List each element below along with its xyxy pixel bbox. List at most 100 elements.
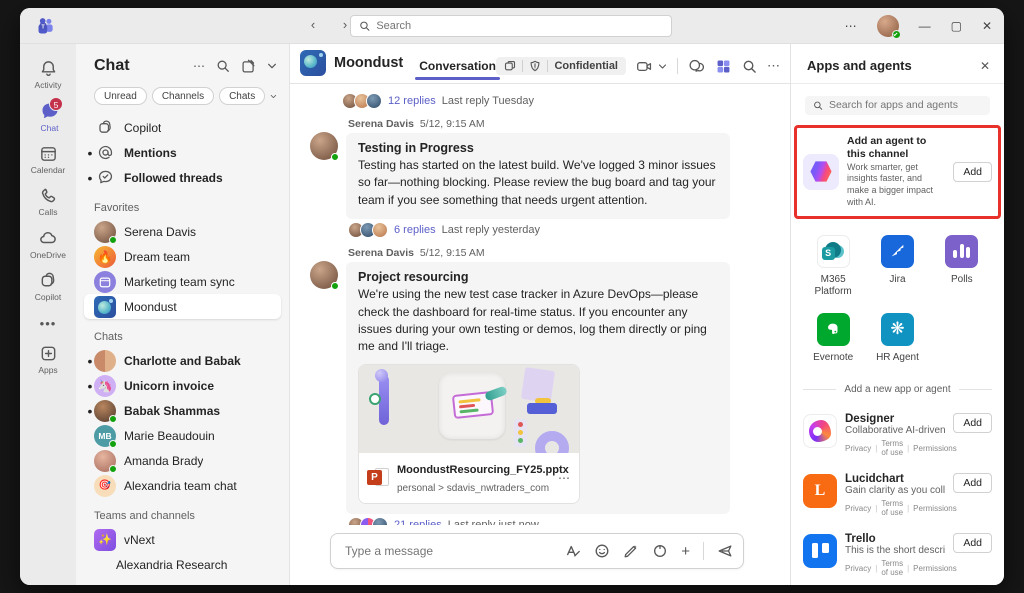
close-button[interactable]: ✕ <box>982 20 992 32</box>
sidebar-item-amanda-brady[interactable]: Amanda Brady <box>84 448 281 473</box>
chevron-down-icon <box>658 62 667 71</box>
sidebar-item-marie-beaudouin[interactable]: MB Marie Beaudouin <box>84 423 281 448</box>
add-trello-button[interactable]: Add <box>953 533 992 553</box>
store-app-designer[interactable]: Designer Collaborative AI-driven Image..… <box>803 405 992 465</box>
sidebar-item-label: Amanda Brady <box>124 454 203 468</box>
rail-item-chat[interactable]: 5 Chat <box>20 96 76 139</box>
channel-more-button[interactable]: ⋯ <box>767 58 780 74</box>
terms-link[interactable]: Terms of use <box>881 559 903 577</box>
open-chat-button[interactable] <box>688 58 705 75</box>
privacy-link[interactable]: Privacy <box>845 564 871 573</box>
sidebar-item-mentions[interactable]: • Mentions <box>84 140 281 165</box>
sidebar-item-followed-threads[interactable]: • Followed threads <box>84 165 281 190</box>
app-jira[interactable]: Jira <box>865 235 929 299</box>
terms-link[interactable]: Terms of use <box>881 499 903 517</box>
sidebar-item-label: Serena Davis <box>124 225 196 239</box>
sidebar-item-alexandria-research[interactable]: Alexandria Research <box>84 552 281 577</box>
sidebar-item-dream-team[interactable]: 🔥 Dream team <box>84 244 281 269</box>
file-card[interactable]: P MoondustResourcing_FY25.pptx personal … <box>359 453 579 503</box>
sidebar-item-copilot[interactable]: Copilot <box>84 115 281 140</box>
avatar[interactable] <box>310 132 338 160</box>
replies-link[interactable]: 12 replies <box>388 95 436 107</box>
sidebar-item-unicorn-invoice[interactable]: • 🦄 Unicorn invoice <box>84 373 281 398</box>
store-app-lucidchart[interactable]: L Lucidchart Gain clarity as you collabo… <box>803 465 992 525</box>
add-agent-card[interactable]: Add an agent to this channel Work smarte… <box>803 135 992 209</box>
global-search[interactable] <box>350 15 672 37</box>
file-attachment[interactable]: P MoondustResourcing_FY25.pptx personal … <box>358 364 580 504</box>
rewrite-sparkle-icon[interactable] <box>623 543 639 559</box>
attach-plus-icon[interactable]: + <box>681 544 690 559</box>
reply-chip[interactable]: 12 replies Last reply Tuesday <box>302 90 776 112</box>
apps-search-input[interactable] <box>829 99 982 111</box>
filter-channels[interactable]: Channels <box>152 87 214 105</box>
replies-link[interactable]: 6 replies <box>394 224 436 236</box>
rail-more-button[interactable]: ••• <box>40 308 57 339</box>
add-agent-button[interactable]: Add <box>953 162 992 182</box>
rail-item-activity[interactable]: Activity <box>20 54 76 96</box>
terms-link[interactable]: Terms of use <box>881 439 903 457</box>
filter-chats[interactable]: Chats <box>219 87 265 105</box>
message-list[interactable]: 12 replies Last reply Tuesday Serena Dav… <box>290 84 790 525</box>
sidebar-item-alexandria-team-chat[interactable]: 🎯 Alexandria team chat <box>84 473 281 498</box>
permissions-link[interactable]: Permissions <box>913 504 957 513</box>
app-hr-agent[interactable]: ❋ HR Agent <box>865 313 929 365</box>
permissions-link[interactable]: Permissions <box>913 564 957 573</box>
emoji-icon[interactable] <box>594 543 610 559</box>
apps-store-icon[interactable] <box>715 58 732 75</box>
add-lucidchart-button[interactable]: Add <box>953 473 992 493</box>
privacy-link[interactable]: Privacy <box>845 444 871 453</box>
sidebar-item-moondust[interactable]: Moondust <box>84 294 281 319</box>
app-m365-platform[interactable]: S M365 Platform <box>801 235 865 299</box>
user-avatar[interactable] <box>877 15 899 37</box>
sidebar-item-best-proposals[interactable]: Best proposals <box>84 577 281 585</box>
rail-item-onedrive[interactable]: OneDrive <box>20 223 76 266</box>
chevron-down-icon[interactable] <box>270 91 277 102</box>
sidebar-more-button[interactable]: ⋯ <box>193 59 205 73</box>
rail-item-apps[interactable]: Apps <box>20 339 76 381</box>
permissions-link[interactable]: Permissions <box>913 444 957 453</box>
add-designer-button[interactable]: Add <box>953 413 992 433</box>
titlebar-more-button[interactable]: ⋯ <box>845 20 857 32</box>
message-input[interactable] <box>345 544 565 558</box>
apps-search[interactable] <box>805 96 990 115</box>
sidebar-item-vnext[interactable]: ✨ vNext <box>84 527 281 552</box>
chevron-down-icon[interactable] <box>267 61 277 71</box>
avatar[interactable] <box>310 261 338 289</box>
app-evernote[interactable]: Evernote <box>801 313 865 365</box>
reply-chip[interactable]: 21 replies Last reply just now <box>346 514 730 525</box>
format-icon[interactable] <box>565 543 581 559</box>
app-polls[interactable]: Polls <box>930 235 994 299</box>
close-panel-icon[interactable]: ✕ <box>980 59 990 73</box>
message-author[interactable]: Serena Davis <box>348 247 414 259</box>
rail-item-copilot[interactable]: Copilot <box>20 266 76 308</box>
back-button[interactable]: ‹ <box>304 16 322 34</box>
maximize-button[interactable]: ▢ <box>951 20 962 32</box>
file-more-button[interactable]: ⋯ <box>558 471 571 485</box>
sidebar-search-icon[interactable] <box>216 59 230 73</box>
reply-chip[interactable]: 6 replies Last reply yesterday <box>346 219 730 241</box>
loop-icon[interactable] <box>652 543 668 559</box>
meet-button[interactable] <box>636 58 667 75</box>
sidebar-item-marketing-team-sync[interactable]: Marketing team sync <box>84 269 281 294</box>
phone-icon <box>39 186 58 205</box>
sidebar-item-babak-shammas[interactable]: • Babak Shammas <box>84 398 281 423</box>
channel-title: Moondust <box>334 55 403 71</box>
send-icon[interactable] <box>717 543 733 559</box>
message-author[interactable]: Serena Davis <box>348 118 414 130</box>
minimize-button[interactable]: — <box>919 20 931 32</box>
sidebar-item-serena-davis[interactable]: Serena Davis <box>84 219 281 244</box>
new-chat-icon[interactable] <box>241 59 256 74</box>
global-search-input[interactable] <box>376 20 663 32</box>
rail-item-calendar[interactable]: Calendar <box>20 139 76 181</box>
sidebar-item-charlotte-and-babak[interactable]: • Charlotte and Babak <box>84 348 281 373</box>
rail-item-calls[interactable]: Calls <box>20 181 76 223</box>
channel-search-button[interactable] <box>742 59 757 74</box>
tab-conversation[interactable]: Conversation <box>417 59 498 83</box>
privacy-link[interactable]: Privacy <box>845 504 871 513</box>
compose-box[interactable]: + <box>330 533 744 569</box>
teams-logo-icon: T <box>36 16 56 36</box>
app-label: M365 Platform <box>802 274 864 299</box>
presence-available-icon <box>109 415 117 423</box>
filter-unread[interactable]: Unread <box>94 87 147 105</box>
store-app-trello[interactable]: Trello This is the short description Pri… <box>803 525 992 585</box>
